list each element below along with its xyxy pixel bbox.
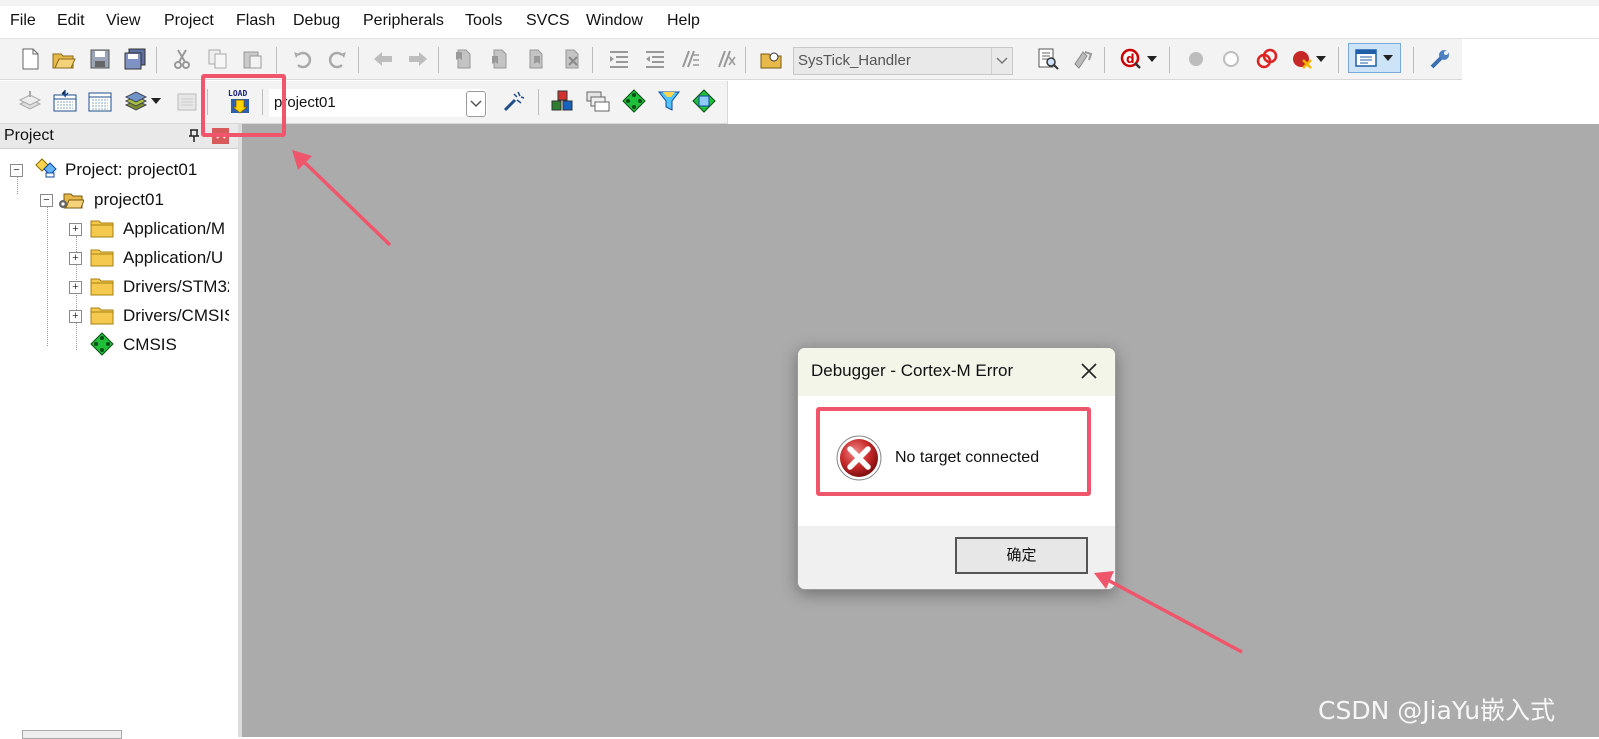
annotation-arrows — [292, 150, 1243, 654]
arrow-to-ok-button — [1094, 571, 1243, 654]
watermark-text: CSDN @JiaYu嵌入式 — [1318, 696, 1556, 725]
arrow-to-load-icon — [292, 150, 392, 247]
